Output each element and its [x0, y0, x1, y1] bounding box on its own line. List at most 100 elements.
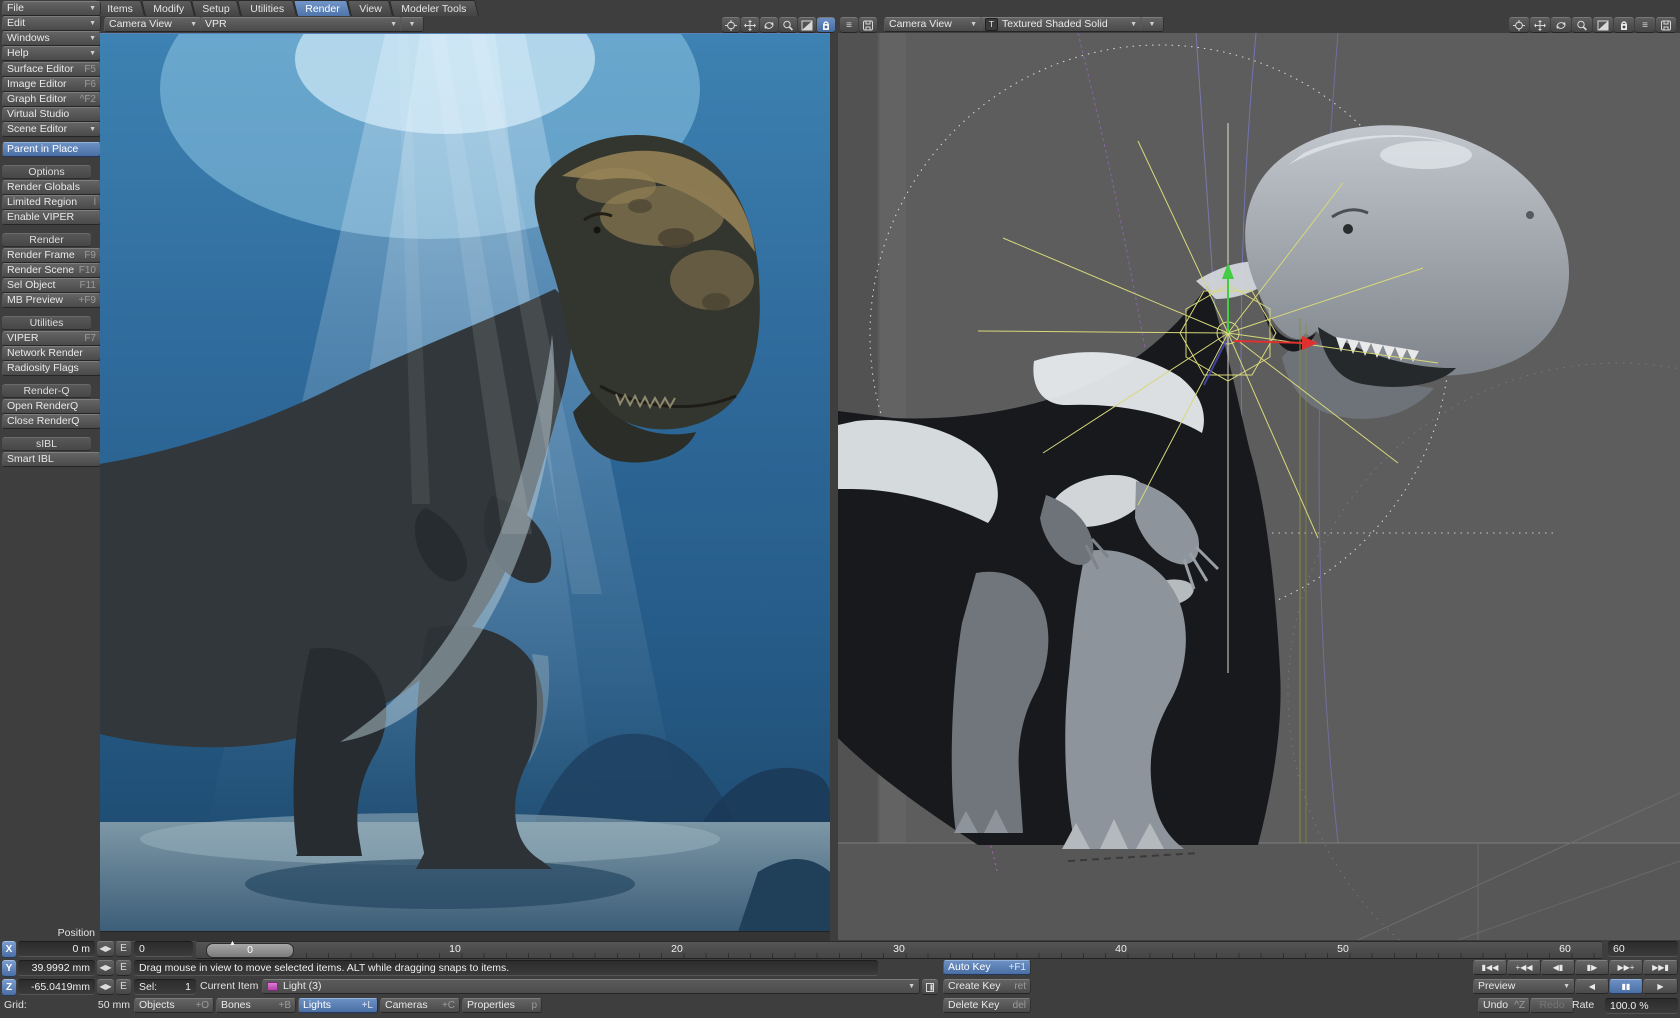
- viewport-list-icon[interactable]: ≡: [840, 17, 858, 33]
- z-axis-badge[interactable]: Z: [2, 979, 16, 996]
- save-view-preset-icon[interactable]: [1656, 17, 1676, 33]
- center-item-icon[interactable]: [1509, 17, 1529, 33]
- preview-dropdown[interactable]: Preview▼: [1473, 979, 1575, 994]
- pause-button[interactable]: ▮▮: [1609, 979, 1643, 994]
- play-forward-button[interactable]: ▶: [1643, 979, 1678, 994]
- current-item-label: Current Item: [200, 979, 258, 994]
- step-forward-button[interactable]: ▮▶: [1575, 960, 1609, 975]
- viewport-list-icon[interactable]: ≡: [1635, 17, 1655, 33]
- minmax-viewport-icon[interactable]: [798, 17, 816, 33]
- surface-editor-button[interactable]: Surface EditorF5: [2, 62, 101, 77]
- x-spinner[interactable]: ◀▶: [97, 941, 114, 957]
- timeline-slider-knob[interactable]: 0: [206, 943, 294, 958]
- auto-key-button[interactable]: Auto Key+F1: [943, 960, 1031, 975]
- z-envelope-button[interactable]: E: [116, 979, 131, 995]
- minmax-viewport-icon[interactable]: [1593, 17, 1613, 33]
- chevron-down-icon: ▼: [1563, 980, 1570, 993]
- bones-mode-button[interactable]: Bones+B: [216, 998, 296, 1013]
- close-renderq-button[interactable]: Close RenderQ: [2, 414, 101, 429]
- y-axis-badge[interactable]: Y: [2, 960, 16, 977]
- zoom-view-icon[interactable]: [1572, 17, 1592, 33]
- cameras-mode-button[interactable]: Cameras+C: [380, 998, 460, 1013]
- image-editor-button[interactable]: Image EditorF6: [2, 77, 101, 92]
- tab-modify[interactable]: Modify: [141, 0, 195, 16]
- timeline-tick: 40: [1115, 943, 1127, 955]
- tab-view[interactable]: View: [347, 0, 393, 16]
- item-list-button[interactable]: [922, 979, 938, 995]
- graph-editor-button[interactable]: Graph Editor^F2: [2, 92, 101, 107]
- chevron-down-icon: ▼: [1149, 18, 1156, 31]
- network-render-button[interactable]: Network Render: [2, 346, 101, 361]
- y-spinner[interactable]: ◀▶: [97, 960, 114, 976]
- x-envelope-button[interactable]: E: [116, 941, 131, 957]
- next-key-button[interactable]: ▶▶+: [1609, 960, 1643, 975]
- go-to-end-button[interactable]: ▶▶▮: [1643, 960, 1678, 975]
- lights-mode-button[interactable]: Lights+L: [298, 998, 378, 1013]
- smart-ibl-button[interactable]: Smart IBL: [2, 452, 101, 467]
- render-frame-button[interactable]: Render FrameF9: [2, 248, 101, 263]
- z-spinner[interactable]: ◀▶: [97, 979, 114, 995]
- left-render-mode-dropdown[interactable]: VPR▼: [200, 17, 402, 32]
- menu-help[interactable]: Help▼: [2, 46, 101, 61]
- menu-edit[interactable]: Edit▼: [2, 16, 101, 31]
- textured-mode-icon: T: [985, 18, 998, 31]
- render-buffer-icon[interactable]: [1614, 17, 1634, 33]
- scene-editor-button[interactable]: Scene Editor▼: [2, 122, 101, 137]
- previous-key-button[interactable]: +◀◀: [1507, 960, 1541, 975]
- step-back-button[interactable]: ◀▮: [1541, 960, 1575, 975]
- menu-file[interactable]: File▼: [2, 1, 101, 16]
- pan-view-icon[interactable]: [1530, 17, 1550, 33]
- zoom-view-icon[interactable]: [779, 17, 797, 33]
- tab-render[interactable]: Render: [293, 0, 351, 16]
- right-view-type-dropdown[interactable]: Camera View▼: [884, 17, 982, 32]
- left-view-type-dropdown[interactable]: Camera View▼: [104, 17, 202, 32]
- menu-windows[interactable]: Windows▼: [2, 31, 101, 46]
- redo-button[interactable]: Redo: [1530, 998, 1574, 1013]
- left-viewport-options-dropdown[interactable]: ▼: [400, 17, 424, 32]
- radiosity-flags-button[interactable]: Radiosity Flags: [2, 361, 101, 376]
- current-item-dropdown[interactable]: Light (3) ▼: [262, 979, 920, 994]
- go-to-start-button[interactable]: ▮◀◀: [1473, 960, 1507, 975]
- render-scene-button[interactable]: Render SceneF10: [2, 263, 101, 278]
- delete-key-button[interactable]: Delete Keydel: [943, 998, 1031, 1013]
- current-frame-field[interactable]: 0: [134, 941, 193, 957]
- timeline-ruler[interactable]: 0 10 20 30 40 50 60 0 ▲: [196, 941, 1602, 959]
- position-z-field[interactable]: -65.0419mm: [18, 979, 95, 995]
- position-y-field[interactable]: 39.9992 mm: [18, 960, 95, 976]
- vpr-viewport-canvas[interactable]: [100, 33, 830, 932]
- right-render-mode-dropdown[interactable]: TTextured Shaded Solid ▼: [980, 17, 1142, 32]
- undo-button[interactable]: Undo^Z: [1478, 998, 1530, 1013]
- mb-preview-button[interactable]: MB Preview+F9: [2, 293, 101, 308]
- y-envelope-button[interactable]: E: [116, 960, 131, 976]
- end-frame-field[interactable]: 60: [1608, 941, 1678, 957]
- rotate-view-icon[interactable]: [1551, 17, 1571, 33]
- tab-utilities[interactable]: Utilities: [237, 0, 297, 16]
- save-view-preset-icon[interactable]: [859, 17, 877, 33]
- rotate-view-icon[interactable]: [760, 17, 778, 33]
- properties-button[interactable]: Propertiesp: [462, 998, 542, 1013]
- render-globals-button[interactable]: Render Globals: [2, 180, 101, 195]
- create-key-button[interactable]: Create Keyret: [943, 979, 1031, 994]
- position-x-field[interactable]: 0 m: [18, 941, 95, 957]
- limited-region-button[interactable]: Limited Regionl: [2, 195, 101, 210]
- enable-viper-button[interactable]: Enable VIPER: [2, 210, 101, 225]
- chevron-down-icon: ▼: [970, 18, 977, 31]
- tab-items[interactable]: Items: [95, 0, 145, 16]
- open-renderq-button[interactable]: Open RenderQ: [2, 399, 101, 414]
- rate-field[interactable]: 100.0 %: [1605, 998, 1678, 1014]
- parent-in-place-button[interactable]: Parent in Place: [2, 142, 101, 157]
- vpr-render-icon[interactable]: [817, 17, 835, 33]
- virtual-studio-button[interactable]: Virtual Studio: [2, 107, 101, 122]
- sibl-group-header: sIBL: [2, 437, 91, 451]
- play-reverse-button[interactable]: ◀: [1575, 979, 1609, 994]
- viper-button[interactable]: VIPERF7: [2, 331, 101, 346]
- tab-modeler-tools[interactable]: Modeler Tools: [389, 0, 479, 16]
- shaded-viewport-canvas[interactable]: [838, 33, 1680, 940]
- x-axis-badge[interactable]: X: [2, 941, 16, 958]
- pan-view-icon[interactable]: [741, 17, 759, 33]
- tab-setup[interactable]: Setup: [191, 0, 241, 16]
- sel-object-button[interactable]: Sel ObjectF11: [2, 278, 101, 293]
- right-viewport-options-dropdown[interactable]: ▼: [1140, 17, 1164, 32]
- objects-mode-button[interactable]: Objects+O: [134, 998, 214, 1013]
- center-item-icon[interactable]: [722, 17, 740, 33]
